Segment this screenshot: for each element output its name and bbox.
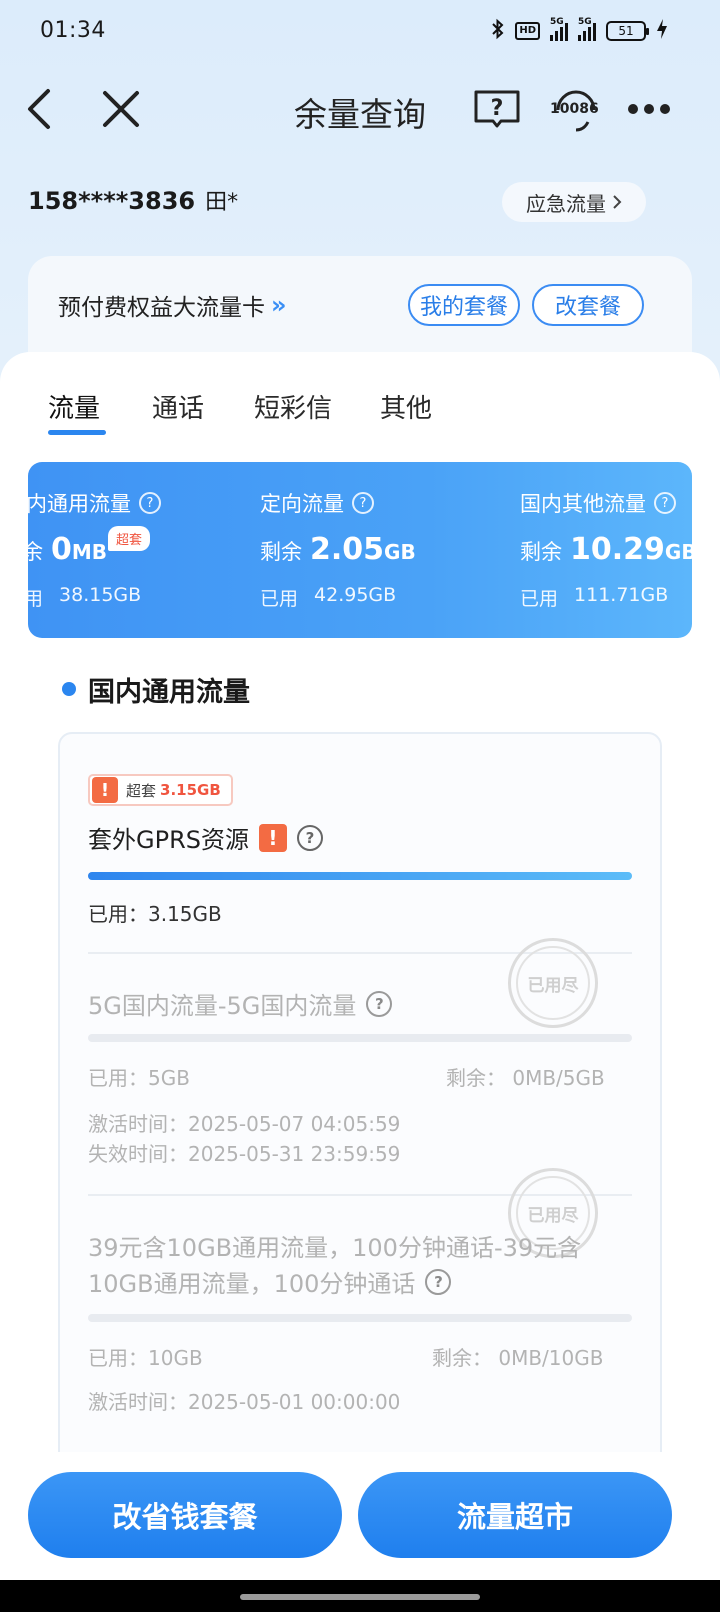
help-book-icon: ? <box>474 90 520 128</box>
account-phone: 158****3836 田* <box>28 187 239 215</box>
overage-tag: ! 超套 3.15GB <box>88 774 233 806</box>
back-button[interactable] <box>14 84 64 134</box>
account-name: 田* <box>205 190 239 215</box>
emergency-data-button[interactable]: 应急流量 <box>502 182 646 222</box>
tab-data[interactable]: 流量 <box>48 388 100 425</box>
warning-icon: ! <box>92 777 118 803</box>
package-item-title: 套外GPRS资源 ! ? <box>88 820 323 855</box>
remaining-amount: 剩余： 0MB/10GB <box>432 1346 604 1370</box>
help-circle-icon[interactable]: ? <box>352 492 374 514</box>
change-plan-button[interactable]: 改套餐 <box>532 284 644 326</box>
double-chevron-right-icon: » <box>271 291 287 319</box>
home-indicator[interactable] <box>240 1594 480 1600</box>
usage-progress-fill <box>88 872 632 880</box>
used-amount: 已用：5GB <box>88 1066 190 1090</box>
used-amount: 已用：10GB <box>88 1346 203 1370</box>
chevron-right-icon <box>613 195 622 209</box>
help-circle-icon[interactable]: ? <box>654 492 676 514</box>
help-circle-icon[interactable]: ? <box>366 990 393 1017</box>
tab-calls[interactable]: 通话 <box>152 388 204 425</box>
section-dot <box>62 682 76 696</box>
plan-name-link[interactable]: 预付费权益大流量卡 » <box>58 288 287 322</box>
close-icon <box>103 91 139 127</box>
data-market-button[interactable]: 流量超市 <box>358 1472 672 1558</box>
overage-badge: 超套 <box>108 526 151 551</box>
more-button[interactable] <box>624 84 674 134</box>
help-circle-icon[interactable]: ? <box>425 1268 452 1295</box>
signal-5g-icon: 5G <box>550 17 568 41</box>
warning-icon: ! <box>258 823 287 852</box>
save-money-plan-button[interactable]: 改省钱套餐 <box>28 1472 342 1558</box>
activation-time: 激活时间：2025-05-07 04:05:59 <box>88 1112 401 1136</box>
package-item-title-line1: 39元含10GB通用流量，100分钟通话-39元含 <box>88 1234 582 1262</box>
battery-icon: 51 <box>606 21 649 41</box>
help-button[interactable]: ? <box>472 84 522 134</box>
expiry-time: 失效时间：2025-05-31 23:59:59 <box>88 1142 401 1166</box>
signal-5g-secondary-icon: 5G <box>578 17 596 41</box>
more-dots-icon <box>628 104 670 114</box>
usage-progress-bar <box>88 872 632 880</box>
hd-icon: HD <box>515 22 540 40</box>
usage-progress-bar <box>88 1034 632 1042</box>
svg-text:?: ? <box>491 96 504 121</box>
status-icons: HD 5G 5G 51 <box>491 17 668 44</box>
my-plan-button[interactable]: 我的套餐 <box>408 284 520 326</box>
tab-active-indicator <box>48 430 106 435</box>
status-time: 01:34 <box>40 18 106 43</box>
tab-sms[interactable]: 短彩信 <box>254 388 332 425</box>
usage-progress-bar <box>88 1314 632 1322</box>
bluetooth-icon <box>491 18 505 44</box>
back-arrow-icon <box>28 89 50 129</box>
activation-time: 激活时间：2025-05-01 00:00:00 <box>88 1390 401 1414</box>
section-title: 国内通用流量 <box>88 677 250 708</box>
charging-icon <box>656 18 668 44</box>
depleted-stamp: 已用尽 <box>508 938 598 1028</box>
package-item-title-line2: 10GB通用流量，100分钟通话 ? <box>88 1264 452 1299</box>
help-circle-icon[interactable]: ? <box>139 492 161 514</box>
close-button[interactable] <box>96 84 146 134</box>
package-item-title: 5G国内流量-5G国内流量 ? <box>88 986 393 1021</box>
customer-service-button[interactable]: 10086 <box>548 84 604 134</box>
remaining-amount: 剩余： 0MB/5GB <box>446 1066 605 1090</box>
tab-other[interactable]: 其他 <box>380 388 432 425</box>
data-summary-carousel[interactable]: 内通用流量 ? 余 0MB 超套 用 38.15GB 定向流量 ? 剩余 2.0… <box>28 462 692 638</box>
used-amount: 已用：3.15GB <box>88 902 222 926</box>
help-circle-icon[interactable]: ? <box>296 824 323 851</box>
